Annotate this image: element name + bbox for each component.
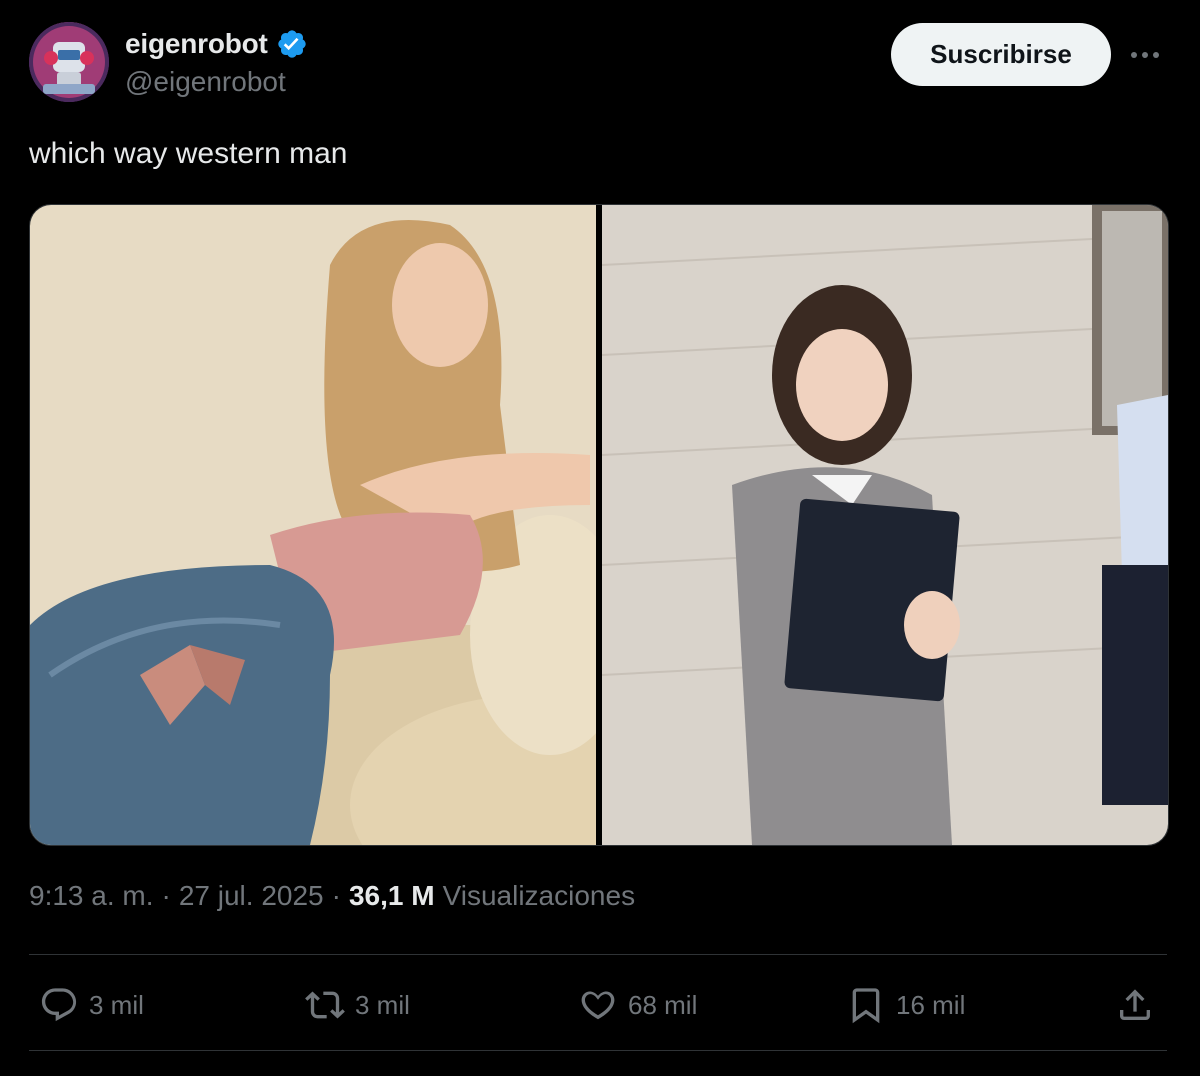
media-grid — [29, 204, 1169, 846]
divider-top — [29, 954, 1167, 955]
photo-left-image — [30, 205, 596, 845]
tweet-text: which way western man — [29, 137, 348, 170]
reply-icon — [41, 988, 77, 1022]
subscribe-button[interactable]: Suscribirse — [891, 23, 1111, 86]
photo-right-image — [602, 205, 1168, 845]
repost-button[interactable]: 3 mil — [305, 976, 410, 1034]
reply-count: 3 mil — [89, 989, 144, 1020]
like-button[interactable]: 68 mil — [578, 976, 697, 1034]
views-count: 36,1 M — [348, 880, 435, 911]
bookmark-icon — [852, 988, 880, 1024]
author-handle[interactable]: @eigenrobot — [125, 66, 286, 98]
avatar[interactable] — [29, 22, 109, 102]
tweet-meta: 9:13 a. m. · 27 jul. 2025 · 36,1 M Visua… — [29, 880, 635, 912]
verified-badge-icon — [278, 30, 306, 58]
author-name-row: eigenrobot — [125, 28, 308, 60]
more-button[interactable] — [1128, 40, 1162, 70]
like-count: 68 mil — [628, 989, 698, 1020]
author-name[interactable]: eigenrobot — [125, 28, 268, 60]
tweet-date[interactable]: 27 jul. 2025 — [179, 880, 324, 912]
meta-separator: · — [161, 880, 171, 911]
action-bar: 3 mil 3 mil 68 mil 16 mil — [29, 976, 1167, 1034]
like-icon — [581, 991, 615, 1020]
more-horizontal-icon — [1131, 52, 1159, 58]
photo-left[interactable] — [30, 205, 596, 845]
divider-bottom — [29, 1050, 1167, 1051]
tweet-time[interactable]: 9:13 a. m. — [29, 880, 154, 912]
bookmark-button[interactable]: 16 mil — [846, 976, 965, 1034]
share-button[interactable] — [1115, 976, 1155, 1034]
share-icon — [1120, 989, 1150, 1020]
views-label: Visualizaciones — [442, 880, 636, 911]
repost-count: 3 mil — [355, 989, 410, 1020]
meta-separator: · — [331, 880, 341, 911]
bookmark-count: 16 mil — [896, 989, 966, 1020]
reply-button[interactable]: 3 mil — [39, 976, 144, 1034]
photo-right[interactable] — [602, 205, 1168, 845]
repost-icon — [305, 991, 345, 1019]
robot-avatar-icon — [29, 22, 109, 102]
